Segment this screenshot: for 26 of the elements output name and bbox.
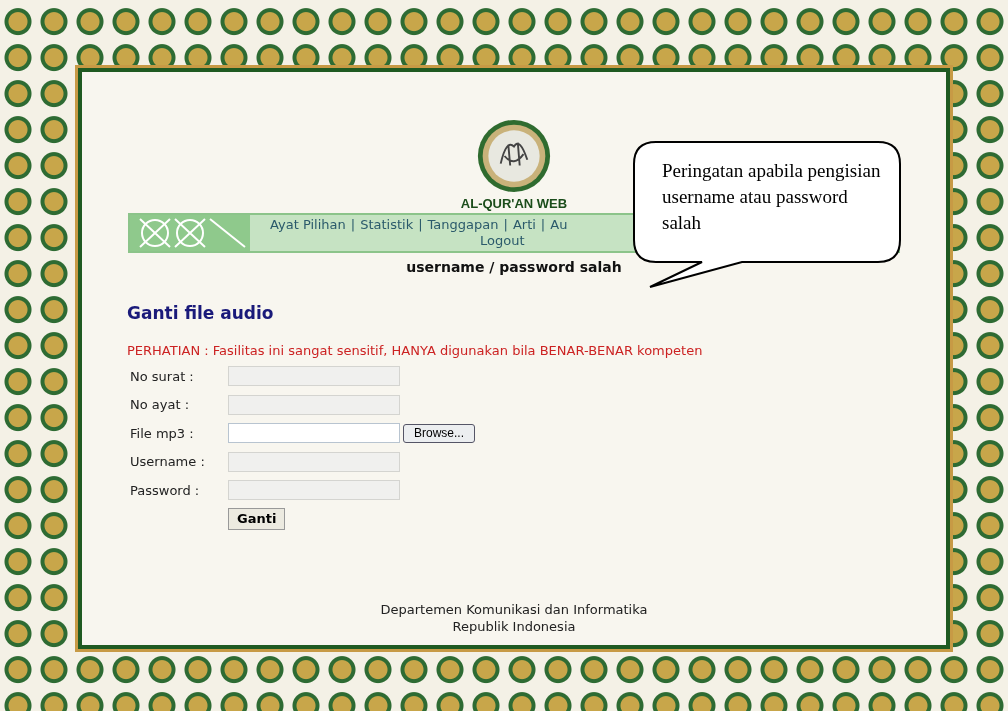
nav-separator: | xyxy=(418,217,423,233)
quran-emblem-icon xyxy=(476,118,552,194)
error-message: username / password salah xyxy=(406,259,622,275)
nav-separator: | xyxy=(350,217,356,233)
nav-link[interactable]: Ayat Pilihan xyxy=(270,217,346,233)
nav-separator: | xyxy=(540,217,546,233)
nav-link[interactable]: Arti xyxy=(512,217,536,233)
site-title: AL-QUR'AN WEB xyxy=(460,196,568,211)
file-path-field[interactable] xyxy=(228,423,400,444)
callout-text: Peringatan apabila pengisian username atau password salah xyxy=(662,159,882,235)
logout-link[interactable]: Logout xyxy=(480,233,525,249)
field-label: Username : xyxy=(129,454,206,470)
nav-separator: | xyxy=(503,217,508,233)
nav-link[interactable]: Tanggapan xyxy=(427,217,499,233)
field-label: File mp3 : xyxy=(129,425,195,441)
field-label: No ayat : xyxy=(129,397,191,413)
nav-link[interactable]: Statistik xyxy=(360,217,414,233)
field-label: Password : xyxy=(129,482,201,498)
page-heading: Ganti file audio xyxy=(127,303,275,323)
field-label: No surat : xyxy=(129,368,195,384)
warning-text: PERHATIAN : Fasilitas ini sangat sensitif, HANYA digunakan bila BENAR-BENAR kompeten xyxy=(127,343,704,358)
footer-text: Departemen Komunikasi dan Informatika xyxy=(380,601,648,618)
footer-text: Republik Indonesia xyxy=(451,618,577,635)
browse-button[interactable]: Browse... xyxy=(403,423,475,443)
submit-button[interactable]: Ganti xyxy=(228,507,286,530)
nav-link[interactable]: Au xyxy=(550,217,568,233)
